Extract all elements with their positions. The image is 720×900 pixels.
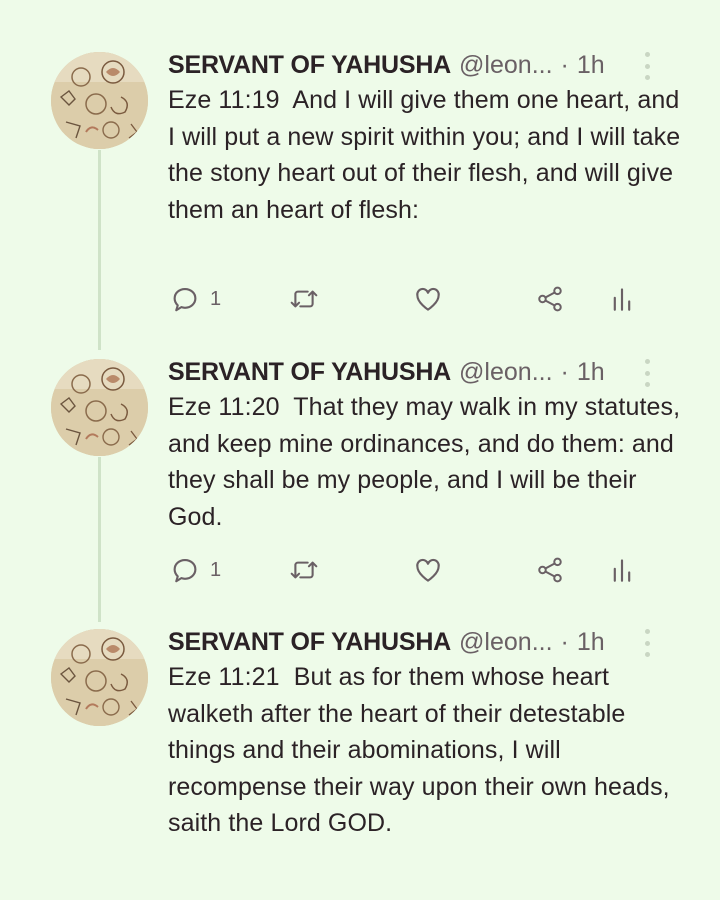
separator-dot: · <box>560 50 569 79</box>
author-name[interactable]: SERVANT OF YAHUSHA <box>168 51 451 80</box>
tweet-text: Eze 11:19 And I will give them one heart… <box>168 86 688 224</box>
more-options-icon[interactable] <box>640 359 654 387</box>
avatar[interactable] <box>51 359 148 456</box>
author-name[interactable]: SERVANT OF YAHUSHA <box>168 628 451 657</box>
tweet[interactable]: SERVANT OF YAHUSHA @leon... · 1h Eze 11:… <box>0 625 720 895</box>
separator-dot: · <box>560 357 569 386</box>
analytics-button[interactable] <box>610 282 634 316</box>
timestamp[interactable]: 1h <box>577 628 605 657</box>
timestamp[interactable]: 1h <box>577 51 605 80</box>
retweet-button[interactable] <box>288 282 320 316</box>
avatar-image <box>51 359 148 456</box>
tweet[interactable]: SERVANT OF YAHUSHA @leon... · 1h Eze 11:… <box>0 355 720 615</box>
analytics-icon <box>613 288 631 311</box>
separator-dot: · <box>560 627 569 656</box>
analytics-icon <box>613 559 631 582</box>
reply-count: 1 <box>210 287 222 310</box>
avatar[interactable] <box>51 629 148 726</box>
tweet-actions: 1 <box>168 553 648 587</box>
tweet-text: Eze 11:20 That they may walk in my statu… <box>168 393 688 531</box>
like-icon <box>416 558 440 582</box>
like-button[interactable] <box>413 282 443 316</box>
reply-button[interactable]: 1 <box>170 553 221 587</box>
retweet-button[interactable] <box>288 553 320 587</box>
share-icon <box>538 286 562 312</box>
like-icon <box>416 287 440 311</box>
share-button[interactable] <box>535 553 565 587</box>
share-icon <box>538 557 562 583</box>
more-options-icon[interactable] <box>640 52 654 80</box>
author-handle[interactable]: @leon... <box>459 358 552 387</box>
analytics-button[interactable] <box>610 553 634 587</box>
author-handle[interactable]: @leon... <box>459 628 552 657</box>
avatar-image <box>51 629 148 726</box>
timestamp[interactable]: 1h <box>577 358 605 387</box>
author-name[interactable]: SERVANT OF YAHUSHA <box>168 358 451 387</box>
reply-icon <box>173 558 197 583</box>
tweet-actions: 1 <box>168 282 648 316</box>
reply-button[interactable]: 1 <box>170 282 221 316</box>
share-button[interactable] <box>535 282 565 316</box>
tweet-header: SERVANT OF YAHUSHA @leon... · 1h <box>168 48 605 82</box>
avatar[interactable] <box>51 52 148 149</box>
tweet[interactable]: SERVANT OF YAHUSHA @leon... · 1h Eze 11:… <box>0 48 720 338</box>
avatar-image <box>51 52 148 149</box>
reply-count: 1 <box>210 558 222 581</box>
retweet-icon <box>290 290 318 308</box>
tweet-header: SERVANT OF YAHUSHA @leon... · 1h <box>168 355 605 389</box>
tweet-text: Eze 11:21 But as for them whose heart wa… <box>168 663 677 837</box>
retweet-icon <box>290 561 318 579</box>
reply-icon <box>173 287 197 312</box>
like-button[interactable] <box>413 553 443 587</box>
author-handle[interactable]: @leon... <box>459 51 552 80</box>
more-options-icon[interactable] <box>640 629 654 657</box>
tweet-header: SERVANT OF YAHUSHA @leon... · 1h <box>168 625 605 659</box>
